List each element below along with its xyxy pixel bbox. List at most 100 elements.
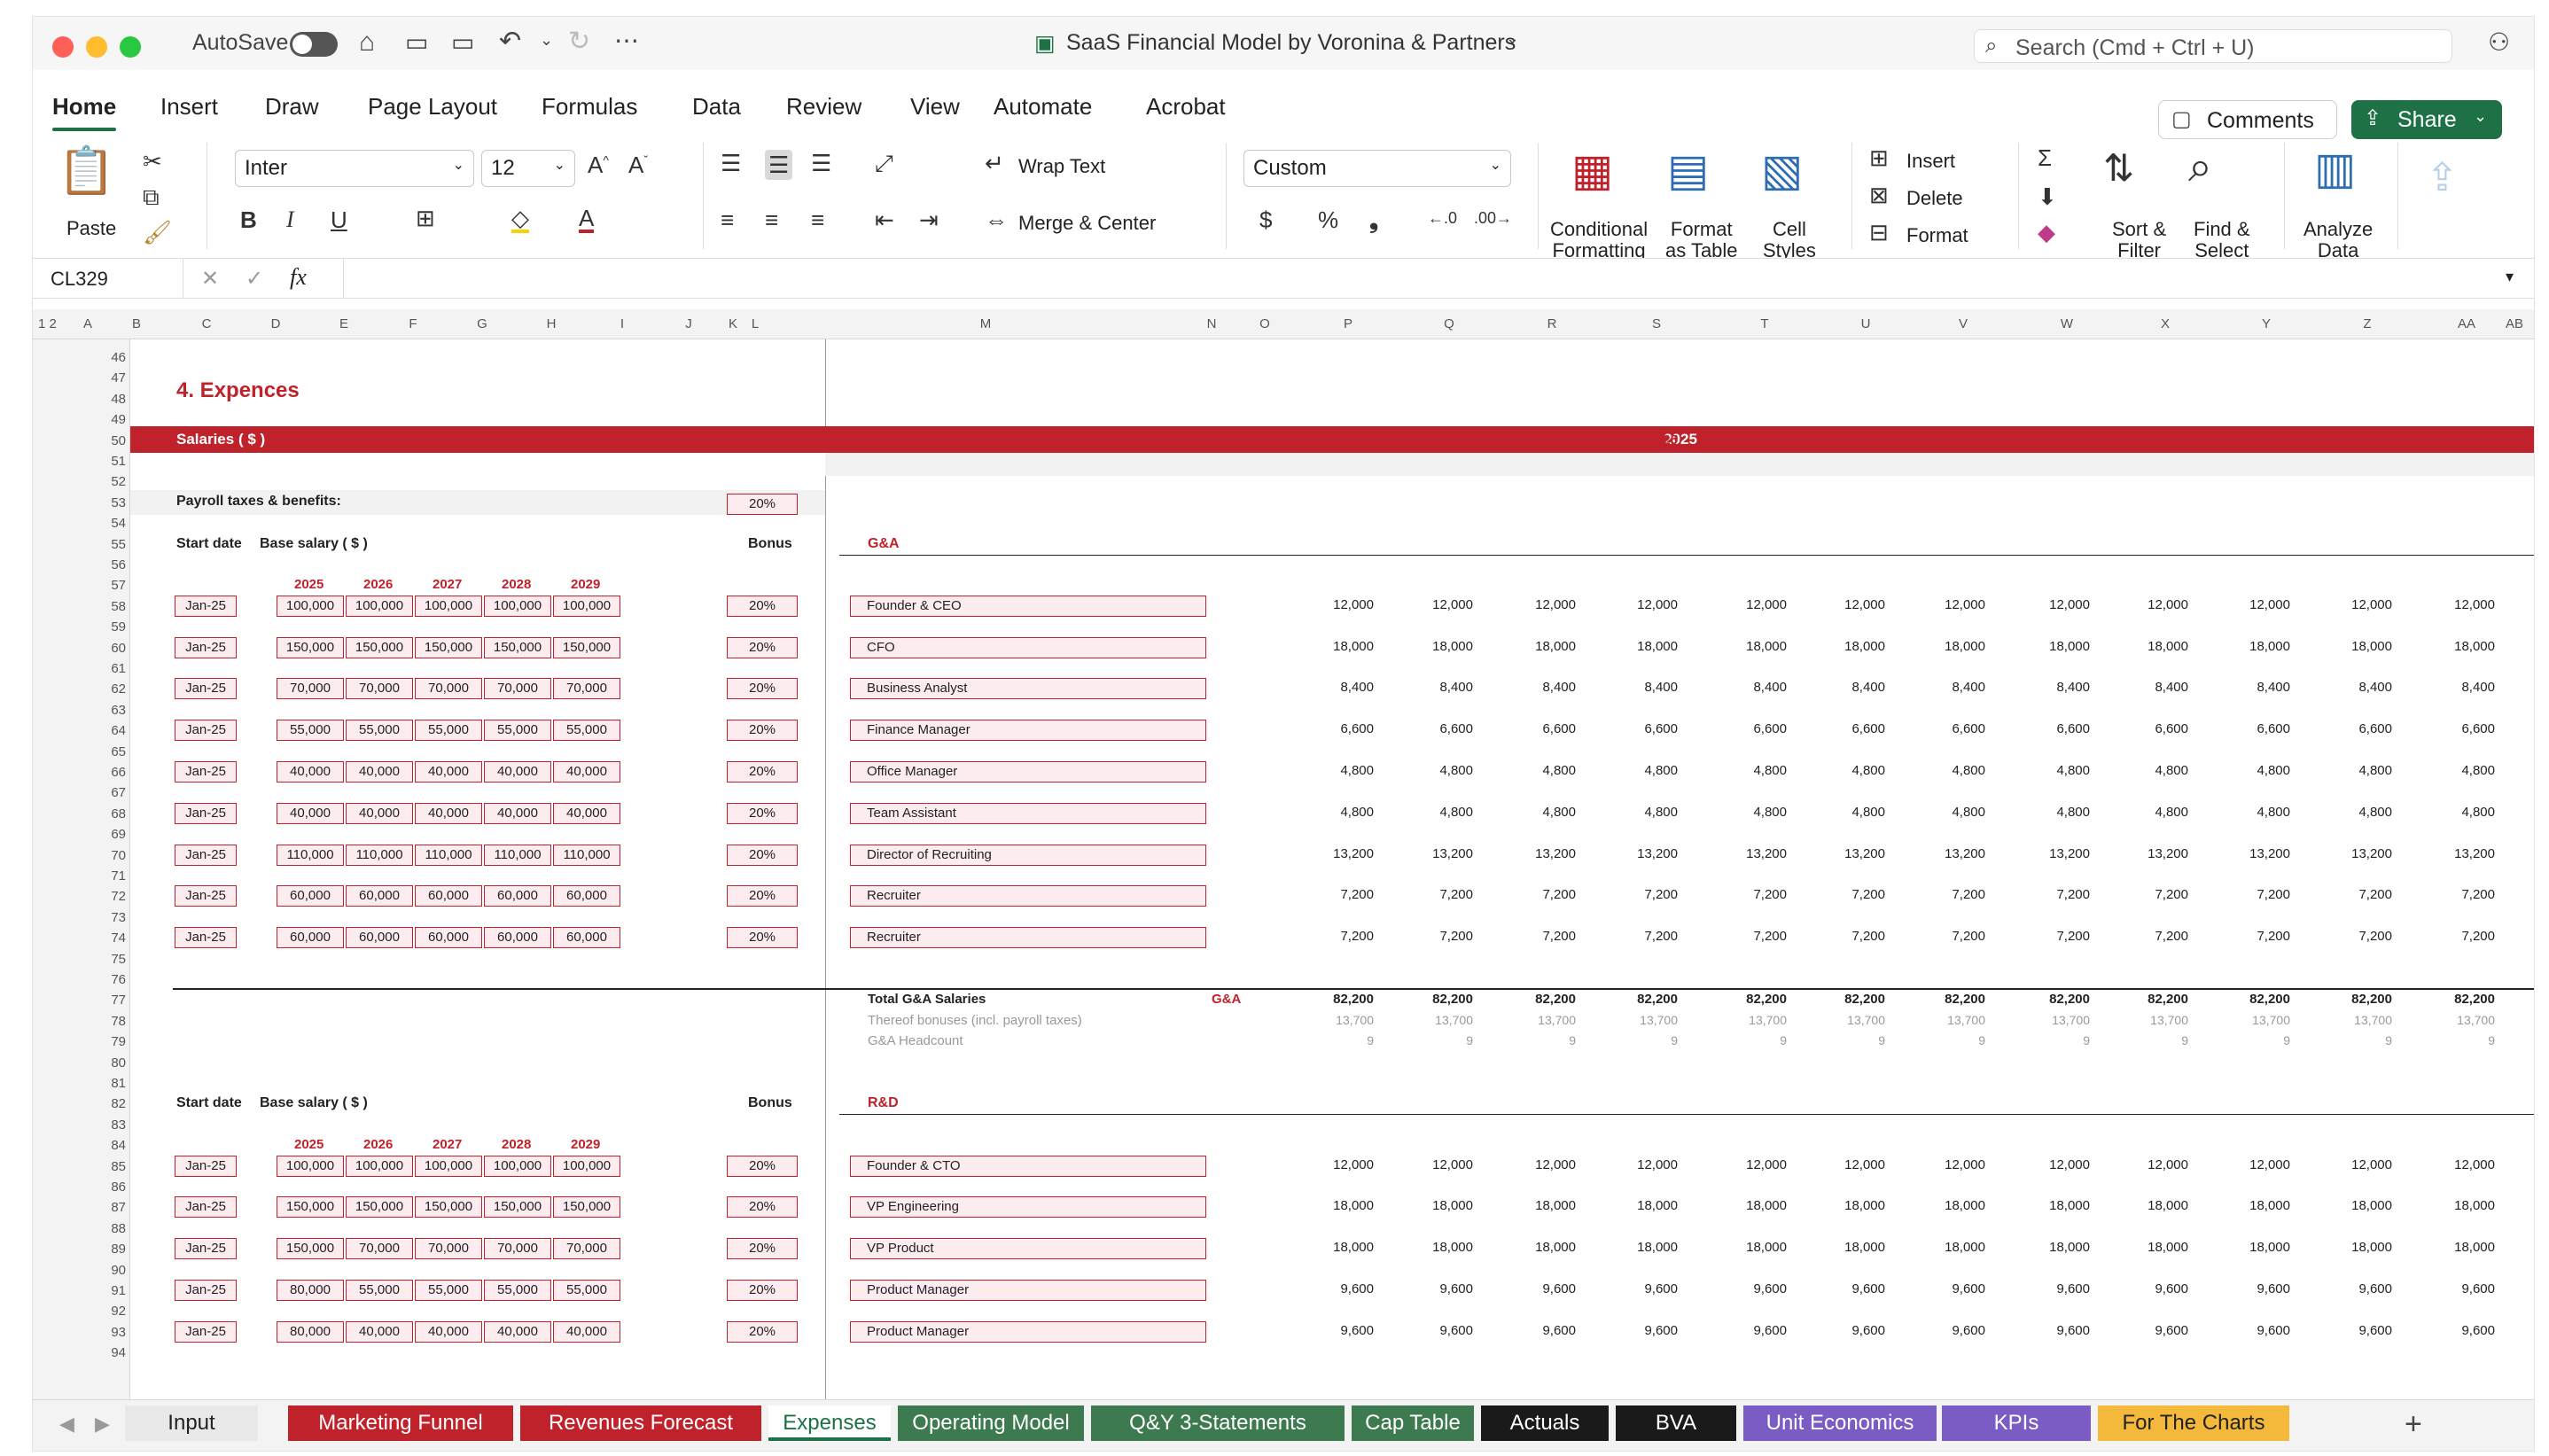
ribbon-tab-review[interactable]: Review <box>786 93 861 121</box>
analyze-data-button[interactable]: Analyze Data <box>2303 219 2373 261</box>
ribbon-tab-view[interactable]: View <box>910 93 960 121</box>
base-salary-input[interactable]: 40,000 <box>484 802 551 824</box>
cancel-icon[interactable]: ✕ <box>201 266 219 292</box>
font-color-icon[interactable]: A <box>579 206 595 233</box>
base-salary-input[interactable]: 70,000 <box>415 678 482 700</box>
underline-icon[interactable]: U <box>331 208 347 231</box>
base-salary-input[interactable]: 70,000 <box>553 678 620 700</box>
outline-levels[interactable]: 1 2 <box>38 316 57 331</box>
bonus-input[interactable]: 20% <box>727 1280 798 1301</box>
base-salary-input[interactable]: 110,000 <box>346 844 413 866</box>
format-as-table-icon[interactable]: ▤ <box>1667 148 1709 192</box>
format-painter-icon[interactable]: 🖌 <box>143 221 172 244</box>
base-salary-input[interactable]: 110,000 <box>553 844 620 866</box>
delete-cells-icon[interactable]: ⊠ <box>1869 183 1889 206</box>
base-salary-input[interactable]: 70,000 <box>277 678 344 700</box>
analyze-data-icon[interactable]: ▥ <box>2314 146 2356 191</box>
row-header[interactable]: 75 <box>86 952 126 967</box>
row-header[interactable]: 73 <box>86 910 126 925</box>
number-format-select[interactable]: Custom ⌄ <box>1243 150 1511 187</box>
column-header-p[interactable]: P <box>1344 316 1352 331</box>
base-salary-input[interactable]: 60,000 <box>277 927 344 949</box>
row-header[interactable]: 60 <box>86 641 126 656</box>
fill-icon[interactable]: ⬇ <box>2038 185 2057 208</box>
delete-cells-button[interactable]: Delete <box>1906 187 1963 210</box>
row-header[interactable]: 57 <box>86 578 126 593</box>
decrease-indent-icon[interactable]: ⇤ <box>875 208 894 231</box>
expand-formula-icon[interactable]: ▾ <box>2506 268 2514 286</box>
role-name-input[interactable]: CFO <box>850 636 1206 658</box>
row-header[interactable]: 79 <box>86 1034 126 1049</box>
bonus-input[interactable]: 20% <box>727 844 798 866</box>
base-salary-input[interactable]: 70,000 <box>484 678 551 700</box>
row-header[interactable]: 83 <box>86 1117 126 1133</box>
row-header[interactable]: 84 <box>86 1138 126 1153</box>
base-salary-input[interactable]: 100,000 <box>415 1155 482 1177</box>
format-as-table-button[interactable]: Format as Table <box>1665 219 1738 261</box>
base-salary-input[interactable]: 100,000 <box>346 595 413 617</box>
base-salary-input[interactable]: 55,000 <box>484 720 551 742</box>
sheet-tab-bva[interactable]: BVA <box>1616 1405 1736 1441</box>
bonus-input[interactable]: 20% <box>727 927 798 949</box>
row-header[interactable]: 67 <box>86 785 126 800</box>
document-title[interactable]: SaaS Financial Model by Voronina & Partn… <box>1066 30 1516 56</box>
zoom-window-button[interactable] <box>120 36 141 58</box>
base-salary-input[interactable]: 100,000 <box>553 1155 620 1177</box>
column-header-t[interactable]: T <box>1760 316 1768 331</box>
start-date-input[interactable]: Jan-25 <box>175 761 237 783</box>
row-header[interactable]: 89 <box>86 1242 126 1257</box>
column-header-aa[interactable]: AA <box>2458 316 2475 331</box>
column-header-m[interactable]: M <box>980 316 992 331</box>
row-header[interactable]: 51 <box>86 454 126 469</box>
base-salary-input[interactable]: 40,000 <box>553 1320 620 1343</box>
scroll-tabs-left-icon[interactable]: ◀ <box>59 1413 74 1436</box>
row-header[interactable]: 66 <box>86 765 126 780</box>
row-header[interactable]: 49 <box>86 412 126 427</box>
home-icon[interactable]: ⌂ <box>359 27 375 58</box>
bonus-input[interactable]: 20% <box>727 885 798 907</box>
row-header[interactable]: 82 <box>86 1096 126 1111</box>
ribbon-tab-data[interactable]: Data <box>692 93 741 121</box>
bonus-input[interactable]: 20% <box>727 802 798 824</box>
base-salary-input[interactable]: 40,000 <box>415 1320 482 1343</box>
merge-center-button[interactable]: Merge & Center <box>1018 212 1156 235</box>
column-header-y[interactable]: Y <box>2262 316 2271 331</box>
row-header[interactable]: 69 <box>86 827 126 842</box>
column-header-g[interactable]: G <box>477 316 487 331</box>
ribbon-tab-draw[interactable]: Draw <box>265 93 319 121</box>
paste-icon[interactable]: 📋 <box>58 148 115 194</box>
minimize-window-button[interactable] <box>86 36 107 58</box>
close-window-button[interactable] <box>52 36 74 58</box>
fill-color-icon[interactable]: ◇ <box>511 206 529 233</box>
base-salary-input[interactable]: 150,000 <box>484 636 551 658</box>
chevron-down-icon[interactable]: ⌄ <box>1506 29 1519 48</box>
start-date-input[interactable]: Jan-25 <box>175 720 237 742</box>
column-header-z[interactable]: Z <box>2363 316 2371 331</box>
base-salary-input[interactable]: 110,000 <box>415 844 482 866</box>
merge-center-icon[interactable]: ⇔ <box>985 208 1008 231</box>
role-name-input[interactable]: Founder & CTO <box>850 1155 1206 1177</box>
bonus-input[interactable]: 20% <box>727 1238 798 1260</box>
base-salary-input[interactable]: 70,000 <box>346 1238 413 1260</box>
find-select-button[interactable]: Find & Select <box>2194 219 2250 261</box>
base-salary-input[interactable]: 40,000 <box>346 761 413 783</box>
base-salary-input[interactable]: 60,000 <box>415 927 482 949</box>
base-salary-input[interactable]: 60,000 <box>484 927 551 949</box>
wrap-text-button[interactable]: Wrap Text <box>1018 155 1105 178</box>
redo-icon[interactable]: ↻ <box>568 26 590 57</box>
base-salary-input[interactable]: 70,000 <box>484 1238 551 1260</box>
row-header[interactable]: 48 <box>86 392 126 407</box>
start-date-input[interactable]: Jan-25 <box>175 1196 237 1219</box>
base-salary-input[interactable]: 100,000 <box>277 595 344 617</box>
role-name-input[interactable]: Business Analyst <box>850 678 1206 700</box>
base-salary-input[interactable]: 70,000 <box>346 678 413 700</box>
base-salary-input[interactable]: 150,000 <box>277 1238 344 1260</box>
base-salary-input[interactable]: 150,000 <box>553 636 620 658</box>
row-header[interactable]: 94 <box>86 1345 126 1360</box>
row-header[interactable]: 64 <box>86 723 126 738</box>
bonus-input[interactable]: 20% <box>727 595 798 617</box>
column-header-f[interactable]: F <box>409 316 417 331</box>
search-box[interactable]: ⌕ Search (Cmd + Ctrl + U) <box>1974 29 2452 63</box>
row-header[interactable]: 56 <box>86 557 126 572</box>
function-icon[interactable]: fx <box>290 264 307 291</box>
